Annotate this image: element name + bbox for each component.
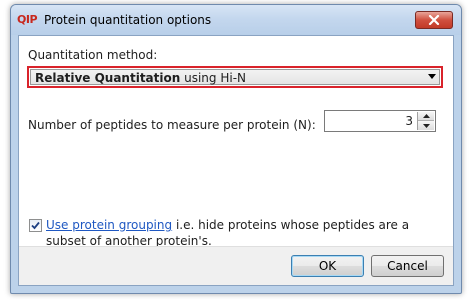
- app-logo-icon: QIP: [17, 13, 38, 26]
- button-bar: OK Cancel: [19, 246, 453, 285]
- arrow-down-icon: [422, 123, 430, 128]
- title-bar[interactable]: QIP Protein quantitation options: [11, 5, 461, 35]
- close-button[interactable]: [415, 11, 453, 29]
- protein-grouping-link[interactable]: Use protein grouping: [46, 218, 172, 232]
- close-icon: [428, 15, 440, 25]
- dialog-content: Quantitation method: Relative Quantitati…: [18, 35, 454, 286]
- window-title: Protein quantitation options: [44, 13, 212, 27]
- quantitation-method-dropdown[interactable]: Relative Quantitation using Hi-N: [27, 66, 443, 88]
- method-suffix: using Hi-N: [180, 71, 247, 85]
- method-name: Relative Quantitation: [35, 71, 181, 85]
- checkmark-icon: [31, 221, 40, 230]
- dialog-window: QIP Protein quantitation options Quantit…: [10, 4, 462, 294]
- arrow-up-icon: [422, 114, 430, 118]
- quantitation-method-value: Relative Quantitation using Hi-N: [30, 69, 440, 85]
- peptides-count-value[interactable]: 3: [405, 114, 413, 128]
- protein-grouping-text: Use protein grouping i.e. hide proteins …: [46, 217, 446, 249]
- spin-down-button[interactable]: [418, 121, 434, 130]
- dropdown-arrow-icon: [428, 74, 436, 79]
- cancel-button[interactable]: Cancel: [371, 255, 444, 277]
- peptides-count-label: Number of peptides to measure per protei…: [28, 118, 316, 132]
- spin-buttons: [417, 112, 434, 130]
- peptides-count-stepper[interactable]: 3: [324, 110, 436, 132]
- ok-button[interactable]: OK: [291, 255, 364, 277]
- spin-up-button[interactable]: [418, 112, 434, 121]
- quantitation-method-label: Quantitation method:: [28, 48, 158, 62]
- protein-grouping-checkbox[interactable]: [29, 219, 42, 232]
